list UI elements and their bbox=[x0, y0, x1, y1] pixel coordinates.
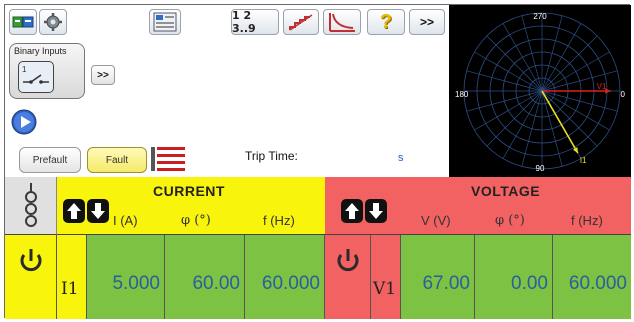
current-amplitude-value: 5.000 bbox=[112, 273, 160, 294]
voltage-step-arrows[interactable] bbox=[341, 199, 387, 223]
current-frequency-value: 60.000 bbox=[261, 273, 320, 294]
binary-input-switch-icon: 1 bbox=[18, 61, 54, 93]
up-down-arrows-icon bbox=[63, 199, 109, 223]
help-button[interactable]: ? bbox=[367, 9, 405, 35]
results-list-button[interactable] bbox=[149, 143, 189, 175]
voltage-power-toggle[interactable] bbox=[325, 235, 371, 319]
voltage-frequency-cell[interactable]: 60.000 bbox=[553, 235, 631, 319]
parameter-table: CURRENT I (A) φ (°) f (Hz) VOLTAGE V (V)… bbox=[5, 177, 631, 319]
voltage-row-v1: V1 67.00 0.00 60.000 bbox=[325, 235, 631, 319]
voltage-freq-header: f (Hz) bbox=[571, 213, 603, 228]
current-freq-header: f (Hz) bbox=[263, 213, 295, 228]
voltage-amp-header: V (V) bbox=[421, 213, 451, 228]
phasor-grid-spoke bbox=[474, 90, 543, 131]
phasor-vector-i1 bbox=[541, 90, 579, 154]
current-channel-cell: I1 bbox=[57, 235, 87, 319]
current-phase-value: 60.00 bbox=[192, 273, 240, 294]
power-icon bbox=[20, 249, 42, 272]
play-icon bbox=[11, 109, 37, 135]
voltage-phase-value: 0.00 bbox=[511, 273, 548, 294]
fault-button[interactable]: Fault bbox=[87, 147, 147, 173]
power-icon bbox=[337, 249, 359, 272]
angle-label-180: 180 bbox=[455, 90, 469, 99]
current-channel-label: I1 bbox=[61, 279, 79, 299]
up-down-arrows-icon bbox=[341, 199, 387, 223]
phasor-grid-spoke bbox=[541, 35, 598, 92]
sequence-button[interactable]: 1 2 3..9 bbox=[231, 9, 279, 35]
channel-link-button[interactable] bbox=[5, 177, 57, 235]
more-button[interactable]: >> bbox=[409, 9, 445, 35]
trip-time-label: Trip Time: bbox=[245, 149, 298, 163]
angle-label-0: 0 bbox=[621, 90, 626, 99]
phasor-grid-spoke bbox=[486, 35, 543, 92]
trip-time-unit: s bbox=[398, 152, 404, 164]
current-phase-header: φ (°) bbox=[181, 213, 211, 228]
control-panel: 1 2 3..9 ? >> Binary Inputs 1 >> Prefaul… bbox=[5, 5, 449, 177]
phasor-grid-spoke bbox=[486, 90, 543, 147]
voltage-phase-header: φ (°) bbox=[495, 213, 525, 228]
current-header: CURRENT I (A) φ (°) f (Hz) bbox=[57, 177, 325, 235]
binary-inputs-more-button[interactable]: >> bbox=[91, 65, 115, 85]
angle-label-90: 90 bbox=[536, 164, 545, 173]
current-frequency-cell[interactable]: 60.000 bbox=[245, 235, 325, 319]
help-icon: ? bbox=[379, 10, 393, 33]
current-amp-header: I (A) bbox=[113, 213, 138, 228]
play-button[interactable] bbox=[11, 109, 37, 135]
voltage-title: VOLTAGE bbox=[471, 183, 541, 199]
phasor-grid-spoke bbox=[541, 90, 610, 131]
voltage-phase-cell[interactable]: 0.00 bbox=[475, 235, 553, 319]
ramp-icon bbox=[289, 14, 313, 31]
ramp-button[interactable] bbox=[283, 9, 319, 35]
voltage-frequency-value: 60.000 bbox=[568, 273, 627, 294]
phasor-vectors: V1 I1 bbox=[541, 82, 611, 165]
angle-label-270: 270 bbox=[533, 12, 547, 21]
phasor-plot: V1 I1 270 180 0 90 bbox=[455, 12, 626, 173]
voltage-header: VOLTAGE V (V) φ (°) f (Hz) bbox=[325, 177, 631, 235]
channel-config-button[interactable] bbox=[149, 9, 181, 35]
current-row-i1: I1 5.000 60.00 60.000 bbox=[5, 235, 325, 319]
binary-inputs-button[interactable]: Binary Inputs 1 bbox=[9, 43, 85, 99]
phasor-label-i1: I1 bbox=[580, 156, 587, 165]
svg-text:1: 1 bbox=[22, 65, 27, 74]
more-label: >> bbox=[419, 15, 434, 29]
curve-icon bbox=[329, 13, 355, 32]
voltage-amplitude-value: 67.00 bbox=[422, 273, 470, 294]
link-icon bbox=[25, 183, 37, 227]
device-icon bbox=[12, 16, 34, 28]
prefault-button[interactable]: Prefault bbox=[19, 147, 81, 173]
phasor-grid-spoke bbox=[502, 90, 543, 159]
phasor-label-v1: V1 bbox=[597, 82, 607, 91]
settings-button[interactable] bbox=[39, 9, 67, 35]
phasor-grid-spoke bbox=[541, 23, 582, 92]
list-icon bbox=[151, 147, 185, 171]
phasor-diagram: V1 I1 270 180 0 90 bbox=[449, 5, 631, 177]
current-amplitude-cell[interactable]: 5.000 bbox=[87, 235, 165, 319]
current-step-arrows[interactable] bbox=[63, 199, 109, 223]
current-power-toggle[interactable] bbox=[5, 235, 57, 319]
voltage-channel-cell: V1 bbox=[371, 235, 401, 319]
channel-config-icon bbox=[153, 12, 177, 32]
device-config-button[interactable] bbox=[9, 9, 37, 35]
binary-inputs-label: Binary Inputs bbox=[14, 46, 67, 56]
phasor-grid-spoke bbox=[474, 51, 543, 92]
current-title: CURRENT bbox=[153, 183, 225, 199]
current-phase-cell[interactable]: 60.00 bbox=[165, 235, 245, 319]
phasor-grid-spoke bbox=[502, 23, 543, 92]
sequence-label: 1 2 3..9 bbox=[232, 9, 256, 35]
voltage-amplitude-cell[interactable]: 67.00 bbox=[401, 235, 475, 319]
curve-button[interactable] bbox=[323, 9, 361, 35]
test-screen: 1 2 3..9 ? >> Binary Inputs 1 >> Prefaul… bbox=[4, 4, 631, 319]
voltage-channel-label: V1 bbox=[373, 279, 397, 299]
gear-icon bbox=[44, 13, 62, 31]
